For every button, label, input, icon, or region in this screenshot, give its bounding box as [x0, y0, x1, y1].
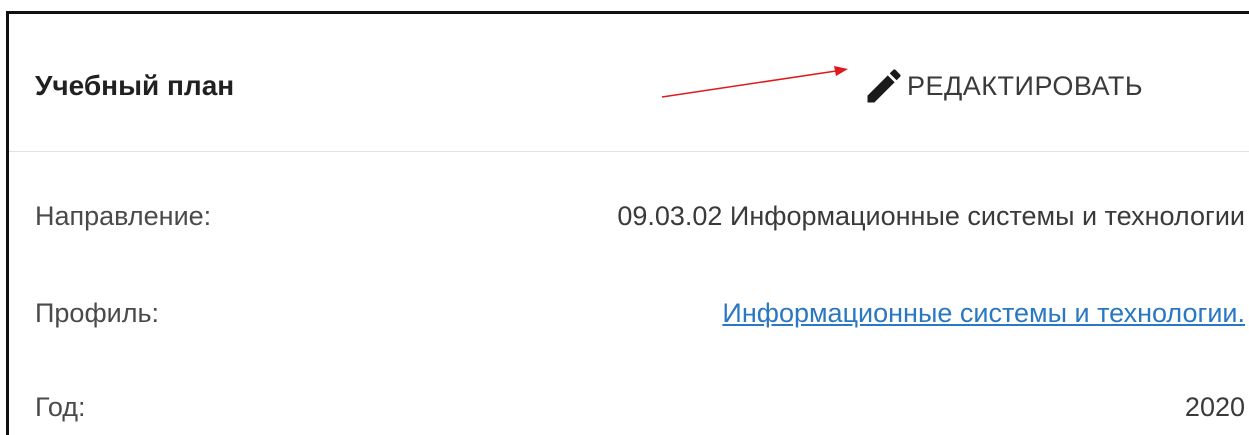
field-row-year: Год: 2020: [35, 390, 1245, 430]
curriculum-card: Учебный план РЕДАКТИРОВАТЬ Направление: …: [6, 11, 1249, 435]
card-title: Учебный план: [35, 70, 235, 101]
pencil-icon: [867, 69, 901, 103]
direction-label: Направление:: [35, 201, 212, 231]
direction-value: 09.03.02 Информационные системы и технол…: [617, 201, 1245, 231]
profile-label: Профиль:: [35, 298, 160, 328]
profile-link[interactable]: Информационные системы и технологии.: [722, 296, 1245, 330]
edit-button-label: РЕДАКТИРОВАТЬ: [907, 70, 1144, 101]
edit-button[interactable]: РЕДАКТИРОВАТЬ: [862, 58, 1143, 114]
field-row-profile: Профиль: Информационные системы и технол…: [35, 296, 1245, 336]
year-label: Год:: [35, 392, 86, 422]
field-row-direction: Направление: 09.03.02 Информационные сис…: [35, 199, 1245, 239]
year-value: 2020: [1184, 392, 1245, 422]
card-header: Учебный план РЕДАКТИРОВАТЬ: [9, 14, 1249, 152]
